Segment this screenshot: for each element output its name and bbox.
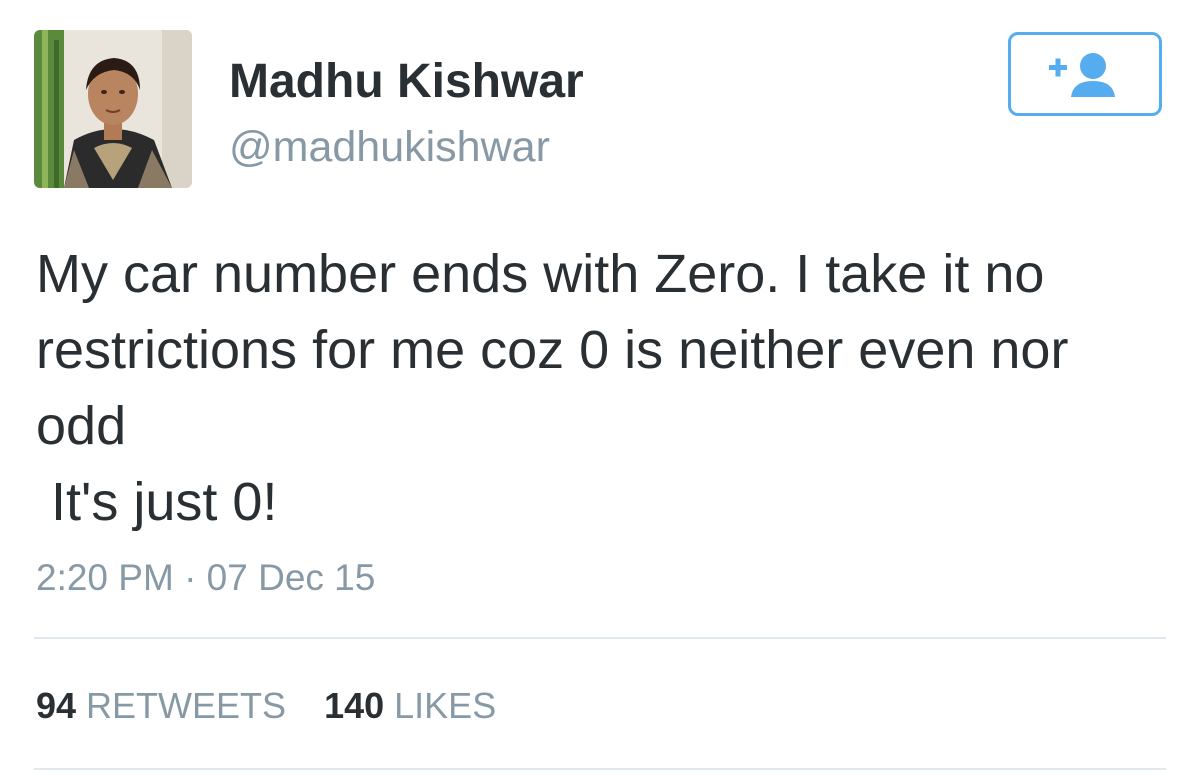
tweet-text: My car number ends with Zero. I take it … — [36, 236, 1176, 540]
likes-count: 140 — [324, 685, 385, 726]
tweet-text-line: My car number ends with Zero. I take it … — [36, 244, 1045, 304]
follow-button[interactable] — [1008, 32, 1162, 116]
tweet-text-line: It's just 0! — [36, 472, 278, 532]
display-name[interactable]: Madhu Kishwar — [229, 52, 584, 112]
retweets-count: 94 — [36, 685, 77, 726]
user-handle[interactable]: @madhukishwar — [229, 120, 550, 174]
likes-label: LIKES — [394, 685, 497, 726]
profile-photo — [34, 30, 192, 188]
tweet-stats: 94 RETWEETS 140 LIKES — [36, 684, 496, 728]
likes-stat[interactable]: 140 LIKES — [324, 685, 496, 726]
tweet-timestamp[interactable]: 2:20 PM · 07 Dec 15 — [36, 556, 375, 600]
follow-user-icon — [1049, 53, 1115, 97]
tweet-text-line: restrictions for me coz 0 is neither eve… — [36, 320, 1069, 380]
tweet-text-line: odd — [36, 396, 127, 456]
avatar[interactable] — [34, 30, 192, 188]
retweets-stat[interactable]: 94 RETWEETS — [36, 685, 286, 726]
divider — [34, 768, 1166, 770]
divider — [34, 637, 1166, 639]
retweets-label: RETWEETS — [86, 685, 287, 726]
